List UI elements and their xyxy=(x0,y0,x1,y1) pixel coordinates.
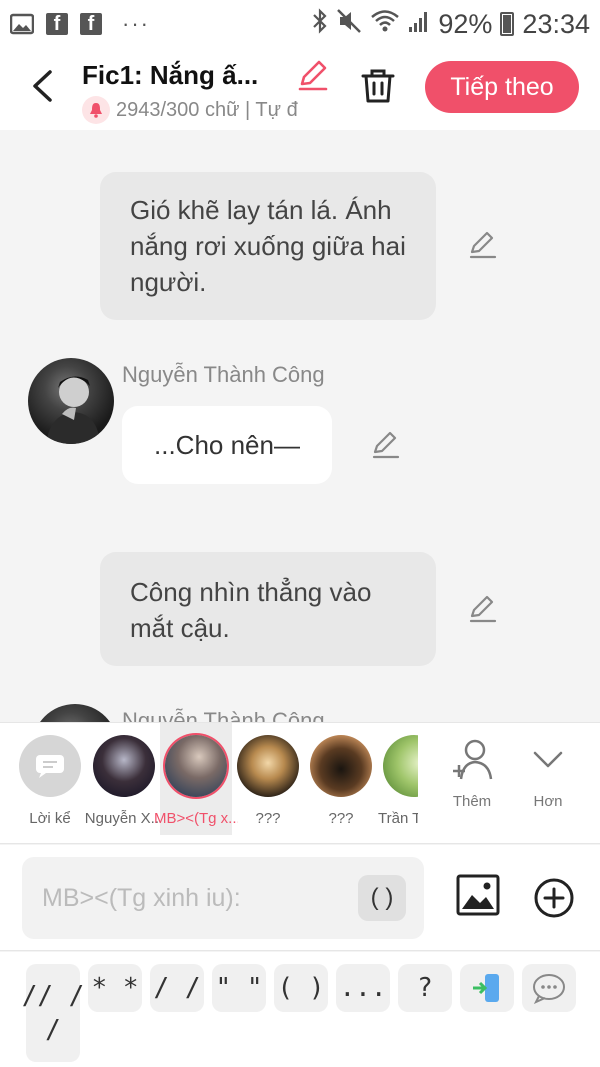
quick-symbol-button[interactable]: " " xyxy=(212,964,266,1012)
chat-bubble-button[interactable] xyxy=(522,964,576,1012)
quick-symbol-button[interactable]: * * xyxy=(88,964,142,1012)
quick-symbol-bar: // / / * * / / " " ( ) ... ? xyxy=(0,952,600,1067)
speech-bubble-icon xyxy=(36,755,64,778)
add-character-button[interactable]: Thêm xyxy=(442,737,502,810)
character-avatar xyxy=(165,735,227,797)
character-narrator[interactable]: Lời kể xyxy=(14,723,86,835)
gallery-icon xyxy=(10,13,34,35)
character-item[interactable]: Trần T xyxy=(378,723,418,835)
facebook-icon: f xyxy=(80,13,102,35)
quick-symbol-button[interactable]: // / / xyxy=(22,964,84,1062)
pencil-icon xyxy=(372,431,400,459)
plus-circle-icon xyxy=(534,878,574,918)
story-title: Fic1: Nắng ấ... xyxy=(82,60,259,90)
back-button[interactable] xyxy=(22,66,62,106)
next-button[interactable]: Tiếp theo xyxy=(425,61,579,113)
character-selector: Lời kể Nguyễn X... MB><(Tg x... ??? ??? … xyxy=(0,722,600,844)
status-bar: f f ··· 92% 23:34 xyxy=(0,0,600,48)
edit-message-button[interactable] xyxy=(371,430,401,460)
word-count-text: 2943/300 chữ | Tự đ xyxy=(116,98,298,121)
signal-icon xyxy=(408,9,430,40)
editor-header: Fic1: Nắng ấ... 2943/300 chữ | Tự đ Tiếp… xyxy=(0,48,600,130)
wifi-icon xyxy=(370,8,400,41)
clock: 23:34 xyxy=(522,8,590,39)
message-input-box: ( ) xyxy=(22,857,424,939)
more-characters-button[interactable]: Hơn xyxy=(518,737,578,810)
character-item[interactable]: ??? xyxy=(305,723,377,835)
narration-bubble[interactable]: Công nhìn thẳng vào mắt cậu. xyxy=(100,552,436,666)
speaker-name: Nguyễn Thành Công xyxy=(122,708,325,722)
bell-icon xyxy=(82,96,110,124)
character-item-selected[interactable]: MB><(Tg x... xyxy=(154,723,238,835)
transfer-button[interactable] xyxy=(460,964,514,1012)
quick-symbol-button[interactable]: ... xyxy=(336,964,390,1012)
narration-bubble[interactable]: Gió khẽ lay tán lá. Ánh nắng rơi xuống g… xyxy=(100,172,436,320)
input-bar: ( ) xyxy=(0,845,600,951)
edit-message-button[interactable] xyxy=(468,230,498,260)
quick-symbol-button[interactable]: ( ) xyxy=(274,964,328,1012)
image-icon xyxy=(456,874,500,916)
message-input[interactable] xyxy=(42,857,362,939)
character-avatar xyxy=(310,735,372,797)
bluetooth-icon xyxy=(312,7,328,41)
battery-percent: 92% xyxy=(438,8,493,39)
trash-icon xyxy=(361,69,395,103)
character-avatar xyxy=(237,735,299,797)
character-avatar xyxy=(383,735,418,797)
character-label: ??? xyxy=(255,810,281,827)
insert-parentheses-button[interactable]: ( ) xyxy=(358,875,406,921)
dialogue-bubble[interactable]: ...Cho nên— xyxy=(122,406,332,484)
character-label: ??? xyxy=(328,810,354,827)
add-character-label: Thêm xyxy=(452,793,492,810)
more-notifications-icon: ··· xyxy=(122,11,150,36)
chat-area[interactable]: Gió khẽ lay tán lá. Ánh nắng rơi xuống g… xyxy=(0,130,600,722)
narrator-avatar xyxy=(19,735,81,797)
insert-image-button[interactable] xyxy=(456,873,500,917)
chat-bubble-icon xyxy=(533,974,565,1004)
person-photo xyxy=(46,376,100,444)
pencil-icon xyxy=(298,60,328,91)
add-person-icon xyxy=(453,739,493,780)
facebook-icon: f xyxy=(46,13,68,35)
battery-icon xyxy=(500,12,515,36)
avatar[interactable] xyxy=(28,358,114,444)
character-avatar xyxy=(93,735,155,797)
chevron-down-icon xyxy=(533,751,563,768)
quick-symbol-button[interactable]: / / xyxy=(150,964,204,1012)
chevron-left-icon xyxy=(33,70,52,102)
phone-transfer-icon xyxy=(473,974,499,1002)
pencil-icon xyxy=(469,595,497,623)
avatar[interactable] xyxy=(32,704,118,722)
character-item[interactable]: ??? xyxy=(232,723,304,835)
character-label: Trần T xyxy=(378,810,418,827)
more-characters-label: Hơn xyxy=(533,793,563,810)
edit-title-button[interactable] xyxy=(296,58,330,92)
more-options-button[interactable] xyxy=(533,877,575,919)
mute-icon xyxy=(336,8,362,41)
quick-symbol-button[interactable]: ? xyxy=(398,964,452,1012)
character-item[interactable]: Nguyễn X... xyxy=(85,723,163,835)
delete-button[interactable] xyxy=(358,66,398,106)
word-count: 2943/300 chữ | Tự đ xyxy=(82,96,332,124)
speaker-name: Nguyễn Thành Công xyxy=(122,362,325,387)
edit-message-button[interactable] xyxy=(468,594,498,624)
character-label: Lời kể xyxy=(29,810,71,827)
pencil-icon xyxy=(469,231,497,259)
